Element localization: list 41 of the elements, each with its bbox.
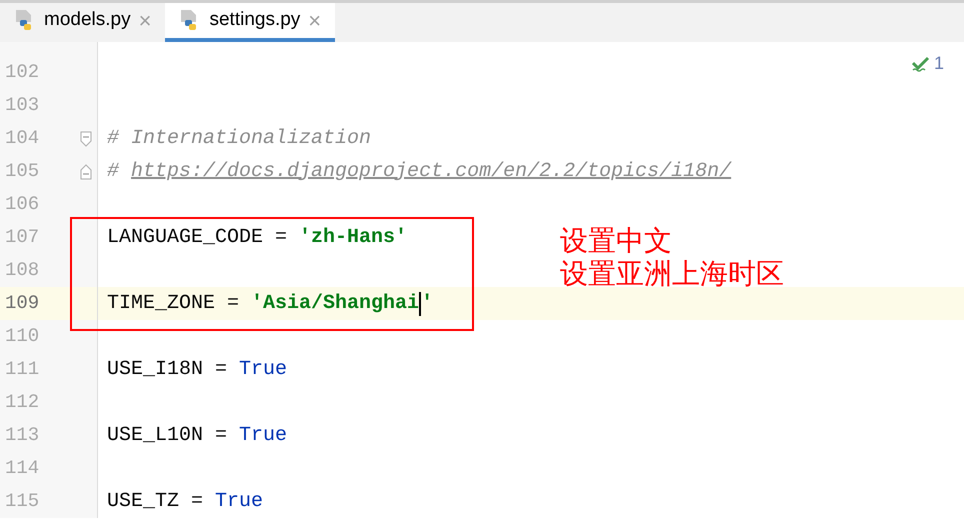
check-icon[interactable] (912, 56, 930, 72)
line-number: 103 (4, 93, 40, 118)
code-text: True (215, 488, 264, 514)
line-number: 104 (4, 126, 40, 152)
code-text: TIME_ZONE = (107, 290, 240, 316)
file-tab[interactable]: settings.py × (165, 3, 336, 42)
line-number: 105 (4, 159, 40, 184)
fold-icon[interactable] (80, 164, 92, 180)
code-text: USE_I18N = (107, 356, 228, 382)
code-text: 'Asia/Shanghai (251, 290, 420, 316)
line-number: 107 (4, 225, 40, 250)
close-icon[interactable]: × (138, 10, 152, 32)
close-icon[interactable]: × (308, 10, 322, 32)
text-caret (419, 292, 422, 316)
line-number: 113 (4, 423, 40, 448)
tab-label: models.py (44, 8, 131, 32)
line-number: 102 (4, 60, 40, 86)
code-text: True (239, 422, 288, 448)
line-number: 109 (4, 291, 40, 316)
tab-label: settings.py (209, 8, 300, 32)
line-number: 112 (4, 390, 40, 416)
code-text: True (239, 356, 288, 382)
file-tab[interactable]: models.py × (0, 3, 166, 42)
code-text: ' (421, 290, 434, 316)
line-number: 111 (4, 357, 40, 382)
comment-link[interactable]: https://docs.djangoproject.com/en/2.2/topics/i18n/ (131, 156, 732, 186)
line-number: 115 (4, 489, 40, 514)
annotation-text: 设置中文 (560, 224, 673, 257)
line-number: 110 (4, 324, 40, 350)
line-number: 106 (4, 192, 40, 218)
code-text: USE_TZ = (107, 488, 204, 514)
inspection-count: 1 (934, 52, 944, 75)
line-number: 108 (4, 258, 40, 284)
annotation-text: 设置亚洲上海时区 (560, 257, 784, 290)
code-text: 'zh-Hans' (299, 224, 408, 250)
line-number: 114 (4, 456, 40, 482)
code-text: LANGUAGE_CODE = (107, 224, 288, 250)
code-text: # Internationalization (107, 126, 372, 152)
fold-icon[interactable] (80, 130, 92, 146)
code-text: USE_L10N = (107, 422, 228, 448)
code-text: # (107, 158, 120, 184)
